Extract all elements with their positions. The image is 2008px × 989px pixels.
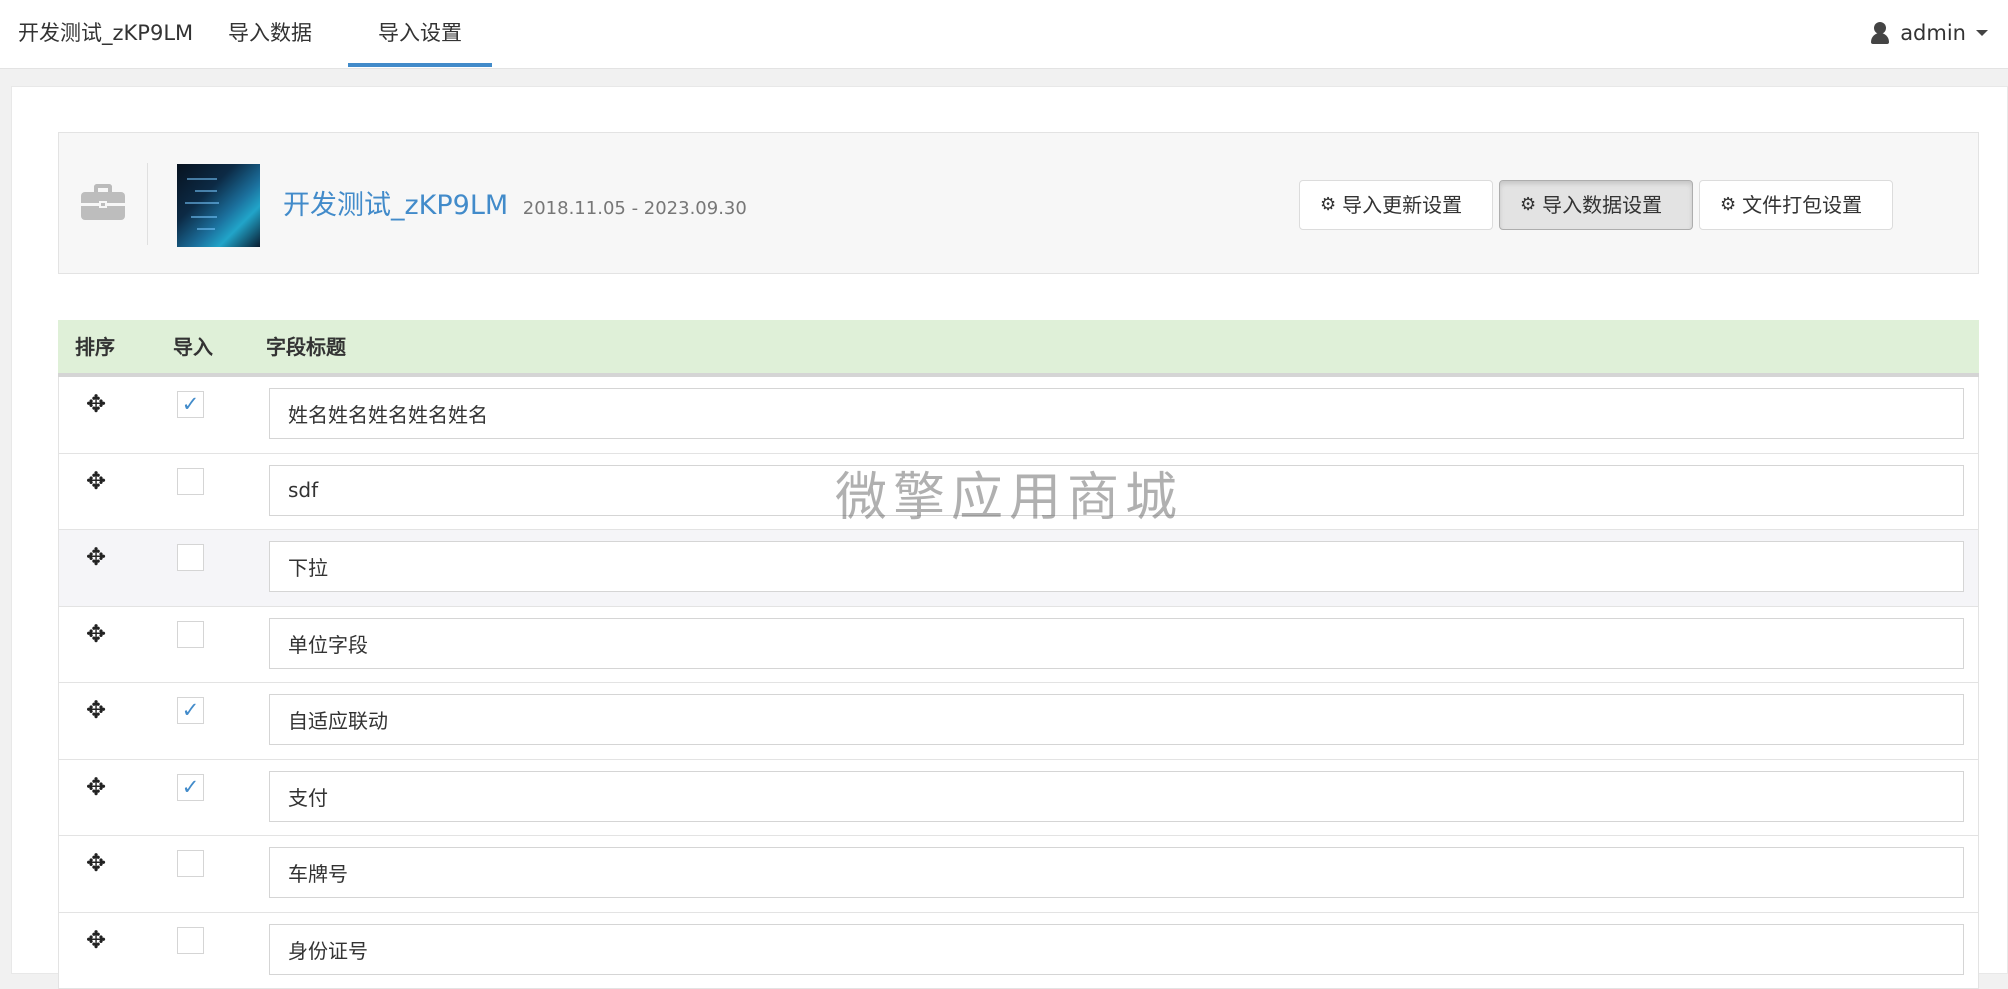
move-icon[interactable]: ✥ — [85, 546, 107, 568]
move-icon[interactable]: ✥ — [85, 623, 107, 645]
table-row: ✥ — [58, 836, 1979, 913]
field-title-input[interactable] — [269, 618, 1964, 669]
header-divider — [147, 163, 148, 245]
table-row: ✥ — [58, 913, 1979, 989]
move-icon[interactable]: ✥ — [85, 776, 107, 798]
header-import: 导入 — [173, 320, 213, 374]
field-title-input[interactable] — [269, 465, 1964, 516]
cogs-icon: ⚙ — [1720, 196, 1736, 214]
field-title-input[interactable] — [269, 771, 1964, 822]
import-checkbox[interactable] — [177, 621, 204, 648]
import-update-settings-label: 导入更新设置 — [1342, 181, 1462, 229]
app-title[interactable]: 开发测试_zKP9LM 2018.11.05 - 2023.09.30 — [283, 183, 747, 222]
import-data-settings-label: 导入数据设置 — [1542, 181, 1662, 229]
import-checkbox[interactable]: ✓ — [177, 774, 204, 801]
app-header: 开发测试_zKP9LM 2018.11.05 - 2023.09.30 ⚙ 导入… — [58, 132, 1979, 274]
move-icon[interactable]: ✥ — [85, 699, 107, 721]
field-title-input[interactable] — [269, 388, 1964, 439]
field-title-input[interactable] — [269, 541, 1964, 592]
main-panel: 开发测试_zKP9LM 2018.11.05 - 2023.09.30 ⚙ 导入… — [11, 86, 2008, 974]
briefcase-icon — [81, 184, 125, 220]
cogs-icon: ⚙ — [1520, 196, 1536, 214]
import-data-settings-button[interactable]: ⚙ 导入数据设置 — [1499, 180, 1693, 230]
field-title-input[interactable] — [269, 847, 1964, 898]
import-checkbox[interactable] — [177, 468, 204, 495]
app-thumbnail — [177, 164, 260, 247]
table-row: ✥ ✓ — [58, 377, 1979, 454]
cogs-icon: ⚙ — [1320, 196, 1336, 214]
import-checkbox[interactable] — [177, 927, 204, 954]
table-row: ✥ — [58, 530, 1979, 607]
tab-import-settings[interactable]: 导入设置 — [348, 0, 492, 67]
caret-down-icon — [1976, 30, 1988, 36]
header-sort: 排序 — [75, 320, 115, 374]
import-checkbox[interactable] — [177, 850, 204, 877]
top-navbar: 开发测试_zKP9LM 导入数据 导入设置 admin — [0, 0, 2008, 69]
table-row: ✥ — [58, 607, 1979, 684]
user-menu[interactable]: admin — [1870, 0, 1988, 66]
field-title-input[interactable] — [269, 924, 1964, 975]
app-dates: 2018.11.05 - 2023.09.30 — [523, 198, 747, 219]
move-icon[interactable]: ✥ — [85, 929, 107, 951]
import-update-settings-button[interactable]: ⚙ 导入更新设置 — [1299, 180, 1493, 230]
user-icon — [1870, 22, 1890, 44]
table-row: ✥ ✓ — [58, 760, 1979, 837]
field-title-input[interactable] — [269, 694, 1964, 745]
table-header: 排序 导入 字段标题 — [58, 320, 1979, 377]
file-pack-settings-label: 文件打包设置 — [1742, 181, 1862, 229]
field-table: 排序 导入 字段标题 ✥ ✓ ✥ ✥ ✥ ✥ ✓ — [58, 320, 1979, 989]
file-pack-settings-button[interactable]: ⚙ 文件打包设置 — [1699, 180, 1893, 230]
table-row: ✥ — [58, 454, 1979, 531]
import-checkbox[interactable]: ✓ — [177, 391, 204, 418]
move-icon[interactable]: ✥ — [85, 393, 107, 415]
user-name: admin — [1900, 0, 1966, 66]
import-checkbox[interactable]: ✓ — [177, 697, 204, 724]
header-field-title: 字段标题 — [266, 320, 346, 374]
import-checkbox[interactable] — [177, 544, 204, 571]
tab-import-data[interactable]: 导入数据 — [210, 0, 330, 66]
nav-brand[interactable]: 开发测试_zKP9LM — [18, 0, 193, 66]
app-name[interactable]: 开发测试_zKP9LM — [283, 190, 508, 221]
table-row: ✥ ✓ — [58, 683, 1979, 760]
move-icon[interactable]: ✥ — [85, 852, 107, 874]
move-icon[interactable]: ✥ — [85, 470, 107, 492]
